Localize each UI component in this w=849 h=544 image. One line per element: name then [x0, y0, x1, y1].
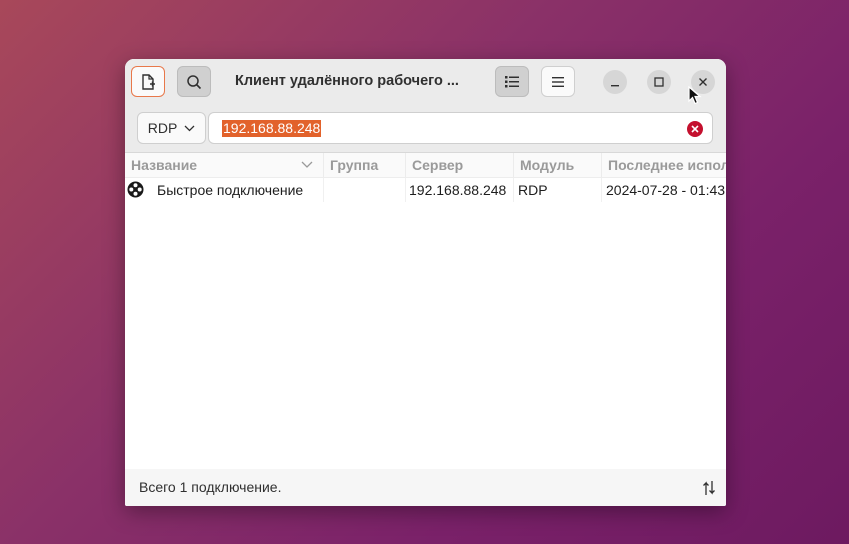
table-header: Название Группа Сервер Модуль Последнее … — [125, 153, 726, 178]
protocol-dropdown[interactable]: RDP — [137, 112, 206, 144]
hamburger-menu-icon — [552, 76, 564, 87]
maximize-icon — [654, 77, 664, 87]
status-text: Всего 1 подключение. — [139, 479, 282, 495]
protocol-label: RDP — [147, 120, 178, 136]
clear-icon — [691, 125, 699, 133]
sync-arrows-icon[interactable] — [702, 479, 716, 497]
maximize-button[interactable] — [647, 70, 671, 94]
row-server: 192.168.88.248 — [405, 178, 513, 202]
new-connection-icon — [142, 73, 155, 90]
search-bar: RDP 192.168.88.248 — [125, 105, 726, 153]
sort-descending-icon — [301, 161, 313, 168]
column-header-name[interactable]: Название — [125, 153, 323, 177]
new-connection-button[interactable] — [131, 66, 165, 97]
table-row[interactable]: Быстрое подключение 192.168.88.248 RDP 2… — [125, 178, 726, 202]
row-group — [323, 178, 403, 202]
header-bar: Клиент удалённого рабочего ... — [125, 59, 726, 105]
row-module: RDP — [513, 178, 601, 202]
row-last-used: 2024-07-28 - 01:43: — [601, 178, 726, 202]
column-header-server[interactable]: Сервер — [405, 153, 513, 177]
list-view-button[interactable] — [495, 66, 529, 97]
clear-input-button[interactable] — [687, 121, 703, 137]
row-name: Быстрое подключение — [157, 182, 304, 198]
server-input-value: 192.168.88.248 — [222, 120, 322, 137]
window-title: Клиент удалённого рабочего ... — [235, 73, 459, 89]
server-input[interactable]: 192.168.88.248 — [208, 112, 713, 144]
mouse-cursor-icon — [688, 86, 702, 105]
column-header-module[interactable]: Модуль — [513, 153, 601, 177]
minimize-icon — [611, 85, 619, 87]
column-header-last-used[interactable]: Последнее использование — [601, 153, 726, 177]
app-window: Клиент удалённого рабочего ... RDP 192.1… — [125, 59, 726, 506]
column-header-group[interactable]: Группа — [323, 153, 403, 177]
list-view-icon — [505, 75, 519, 87]
minimize-button[interactable] — [603, 70, 627, 94]
search-toggle-button[interactable] — [177, 66, 211, 97]
main-menu-button[interactable] — [541, 66, 575, 97]
search-icon — [187, 74, 202, 89]
chevron-down-icon — [184, 125, 195, 131]
status-bar: Всего 1 подключение. — [125, 469, 726, 506]
